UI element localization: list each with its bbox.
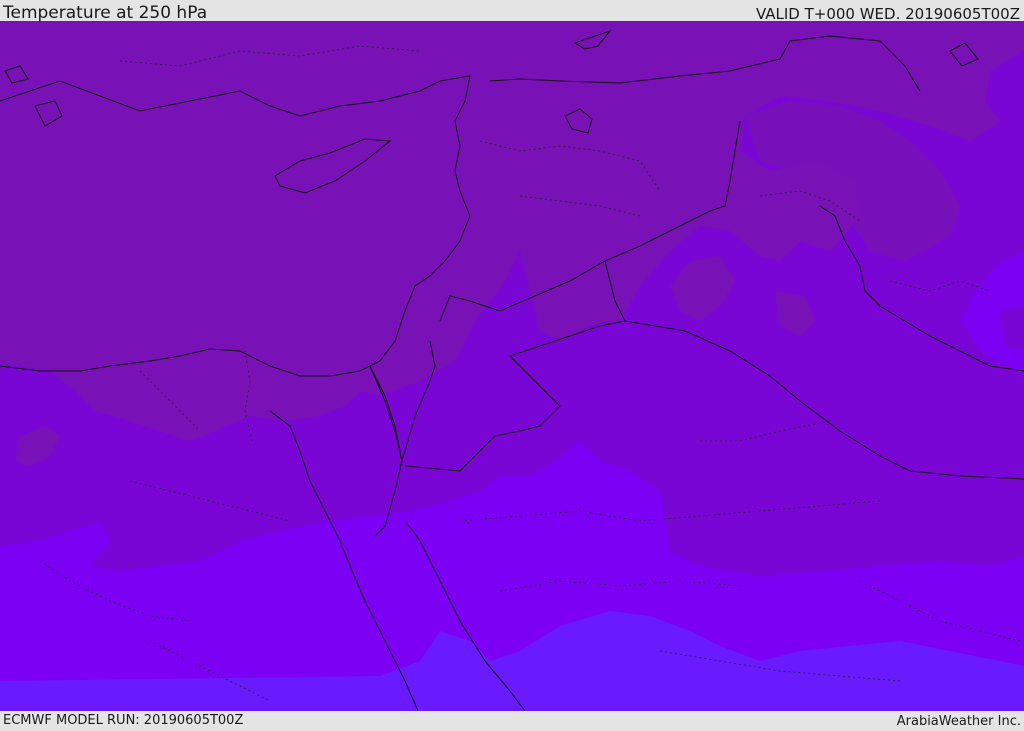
valid-time: VALID T+000 WED. 20190605T00Z — [755, 5, 1020, 23]
header-bar: Temperature at 250 hPa VALID T+000 WED. … — [0, 0, 1024, 23]
brand-label: ArabiaWeather Inc. — [896, 714, 1021, 729]
footer-bar: ECMWF MODEL RUN: 20190605T00Z ArabiaWeat… — [0, 711, 1024, 729]
model-run-label: ECMWF MODEL RUN: 20190605T00Z — [3, 713, 244, 728]
weather-map[interactable] — [0, 21, 1024, 711]
map-title: Temperature at 250 hPa — [3, 3, 208, 23]
